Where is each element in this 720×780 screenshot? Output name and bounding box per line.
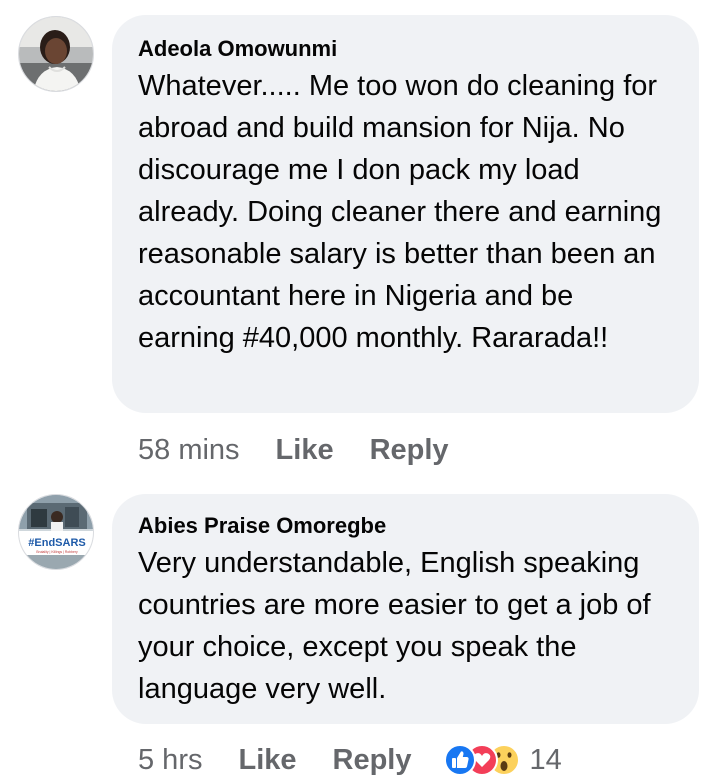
endsars-tagline: Brutality | Killings | Robbery [36,550,78,554]
avatar-adeola[interactable] [18,16,94,92]
comment-bubble: Adeola Omowunmi Whatever..... Me too won… [112,15,699,413]
comment-actions: 5 hrs Like Reply 14 [138,740,562,780]
comment-actions: 58 mins Like Reply [138,430,485,470]
comment-timestamp[interactable]: 5 hrs [138,744,202,777]
avatar-abies[interactable]: #EndSARS Brutality | Killings | Robbery [18,494,94,570]
reply-button[interactable]: Reply [333,744,412,777]
comment-author[interactable]: Adeola Omowunmi [138,35,675,63]
reply-button[interactable]: Reply [370,434,449,467]
comment-bubble: Abies Praise Omoregbe Very understandabl… [112,494,699,724]
comment-author[interactable]: Abies Praise Omoregbe [138,512,675,540]
like-button[interactable]: Like [276,434,334,467]
reaction-count: 14 [529,743,562,776]
reaction-icons [443,744,520,776]
like-button[interactable]: Like [238,744,296,777]
endsars-hashtag: #EndSARS [28,537,85,549]
reactions-summary[interactable]: 14 [442,743,562,777]
endsars-profile-icon: #EndSARS Brutality | Killings | Robbery [19,495,93,569]
comment-timestamp[interactable]: 58 mins [138,434,240,467]
like-reaction-icon [443,744,476,776]
comment-text: Whatever..... Me too won do cleaning for… [138,70,662,354]
profile-photo-icon [19,17,93,91]
comment-text: Very understandable, English speaking co… [138,547,651,705]
